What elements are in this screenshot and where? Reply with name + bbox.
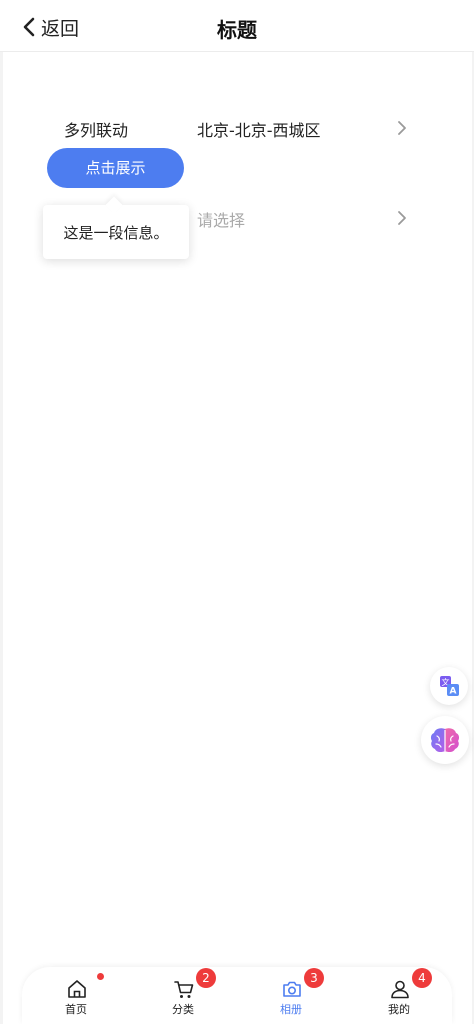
- page-title: 标题: [217, 18, 257, 42]
- translate-icon: 文 A: [440, 676, 459, 697]
- row-placeholder: 请选择: [197, 211, 246, 230]
- brain-icon: [430, 728, 460, 753]
- show-popup-button[interactable]: 点击展示: [47, 148, 184, 188]
- user-icon: [391, 980, 409, 999]
- info-popover: 这是一段信息。: [43, 196, 189, 259]
- tab-badge: 3: [304, 968, 324, 988]
- tab-label: 我的: [388, 1003, 410, 1016]
- tab-home[interactable]: 首页: [36, 967, 116, 1024]
- bottom-tab-bar: 首页 2 分类 3 相册 4 我的: [22, 967, 452, 1024]
- translate-float-button[interactable]: 文 A: [430, 667, 468, 705]
- tab-category[interactable]: 2 分类: [143, 967, 223, 1024]
- ai-assistant-float-button[interactable]: [421, 716, 469, 764]
- picker-row-multi-column[interactable]: 多列联动 北京-北京-西城区: [0, 111, 474, 147]
- chevron-right-icon: [398, 211, 406, 225]
- camera-icon: [283, 981, 301, 997]
- nav-header: 返回 标题: [0, 0, 474, 52]
- cart-icon: [174, 981, 194, 998]
- svg-text:A: A: [450, 687, 457, 697]
- tab-badge: 4: [412, 968, 432, 988]
- home-icon: [68, 980, 86, 998]
- popover-text: 这是一段信息。: [63, 224, 169, 242]
- tab-label: 首页: [65, 1003, 87, 1016]
- tab-label: 分类: [172, 1003, 194, 1016]
- tab-mine[interactable]: 4 我的: [359, 967, 439, 1024]
- tab-album[interactable]: 3 相册: [251, 967, 331, 1024]
- tab-badge: 2: [196, 968, 216, 988]
- left-edge: [0, 0, 3, 1024]
- row-value: 北京-北京-西城区: [197, 121, 321, 140]
- tab-label: 相册: [280, 1003, 302, 1016]
- popover-arrow: [105, 196, 123, 214]
- notification-dot: [97, 973, 104, 980]
- chevron-right-icon: [398, 121, 406, 135]
- row-label: 多列联动: [64, 121, 129, 140]
